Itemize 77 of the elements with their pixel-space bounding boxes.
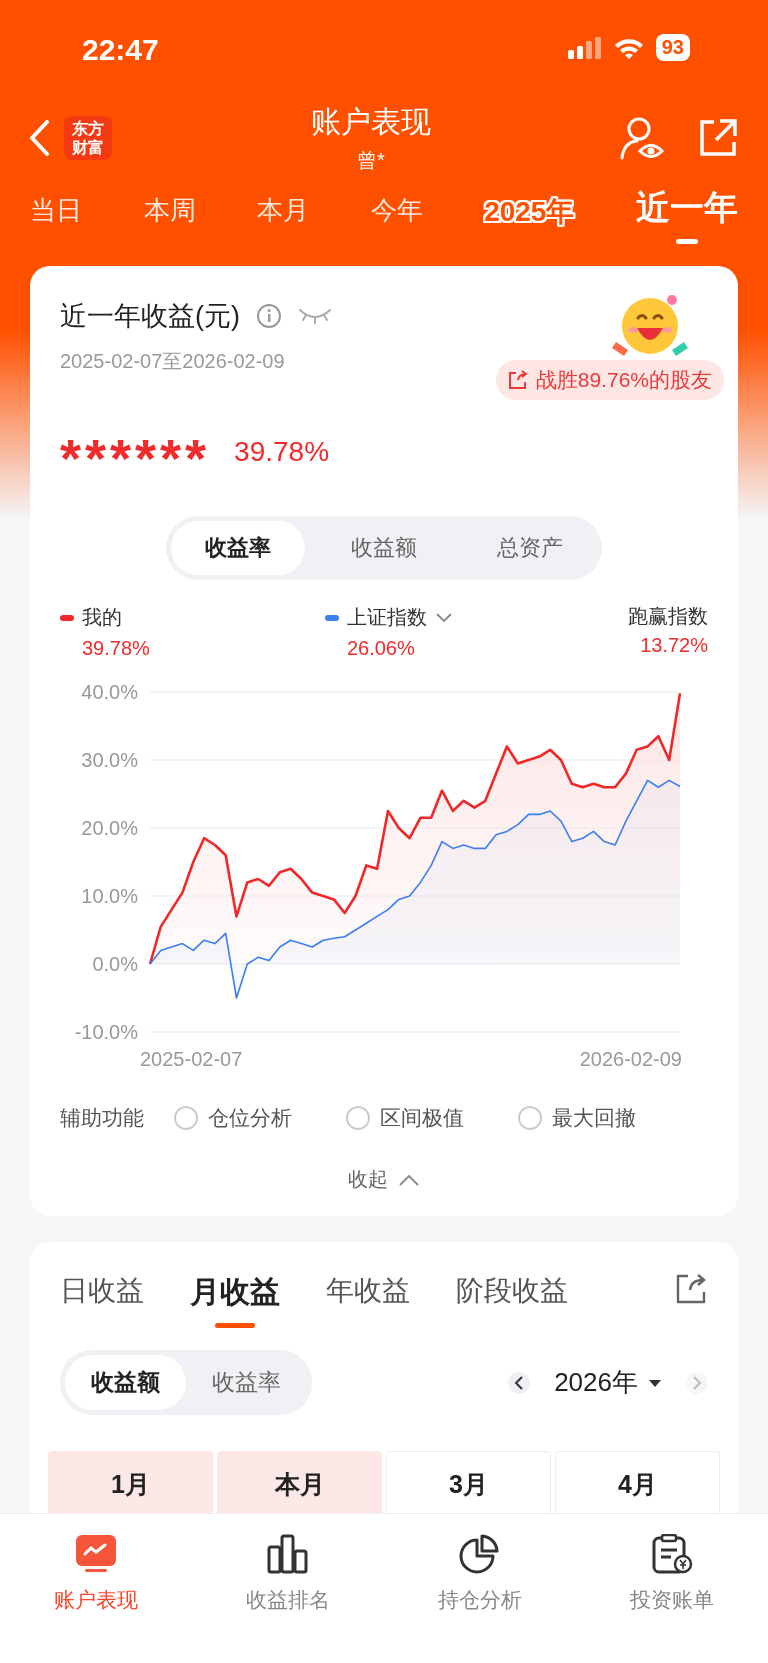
share-icon[interactable] bbox=[698, 118, 738, 158]
month-cell[interactable]: 3月 bbox=[386, 1451, 551, 1513]
hidden-eye-icon[interactable] bbox=[298, 306, 332, 326]
y-axis-label: -10.0% bbox=[74, 1021, 138, 1043]
legend-value: 26.06% bbox=[345, 637, 416, 660]
period-tab[interactable]: 今年 bbox=[370, 181, 423, 228]
share-icon[interactable] bbox=[674, 1272, 708, 1306]
profit-tab[interactable]: 月收益 bbox=[190, 1272, 280, 1313]
bar-chart-icon bbox=[267, 1534, 309, 1574]
assist-label: 辅助功能 bbox=[60, 1105, 144, 1131]
month-cell[interactable]: 1月 bbox=[48, 1451, 213, 1513]
legend-label: 上证指数 bbox=[346, 605, 427, 630]
return-rate: 39.78% bbox=[234, 436, 330, 468]
y-axis-label: 0.0% bbox=[92, 953, 138, 975]
caret-down-icon[interactable] bbox=[648, 1377, 662, 1388]
period-tab[interactable]: 本周 bbox=[143, 181, 196, 228]
radio-button[interactable] bbox=[346, 1106, 370, 1130]
option-label: 最大回撤 bbox=[552, 1105, 636, 1131]
status-time: 22:47 bbox=[82, 32, 159, 67]
info-icon[interactable] bbox=[256, 303, 282, 329]
segment-tab[interactable]: 总资产 bbox=[463, 521, 597, 575]
legend-value: 39.78% bbox=[81, 637, 150, 660]
radio-button[interactable] bbox=[174, 1106, 198, 1130]
x-axis-label: 2025-02-07 bbox=[140, 1048, 243, 1070]
x-axis-label: 2026-02-09 bbox=[579, 1048, 682, 1070]
period-tab[interactable]: 近一年 bbox=[635, 181, 738, 231]
year-picker[interactable]: 2026年 bbox=[554, 1365, 638, 1400]
previous-year-button[interactable] bbox=[508, 1371, 531, 1394]
chevron-left-icon bbox=[514, 1375, 525, 1390]
option-label: 仓位分析 bbox=[208, 1105, 292, 1131]
bill-icon bbox=[651, 1534, 693, 1574]
profit-tab[interactable]: 日收益 bbox=[60, 1272, 144, 1310]
nav-tab[interactable]: 持仓分析 bbox=[405, 1534, 555, 1663]
legend-value: 13.72% bbox=[640, 634, 708, 657]
legend-label: 我的 bbox=[82, 605, 122, 630]
month-cell[interactable]: 4月 bbox=[555, 1451, 720, 1513]
collapse-button[interactable]: 收起 bbox=[348, 1166, 388, 1193]
option-label: 区间极值 bbox=[380, 1105, 464, 1131]
chevron-right-icon bbox=[692, 1375, 702, 1390]
rank-badge[interactable]: 战胜89.76%的股友 bbox=[495, 360, 724, 400]
profit-tab[interactable]: 阶段收益 bbox=[456, 1272, 568, 1310]
month-cell[interactable]: 本月 bbox=[217, 1451, 382, 1513]
radio-button[interactable] bbox=[518, 1106, 542, 1130]
profit-tab[interactable]: 年收益 bbox=[326, 1272, 410, 1310]
y-axis-label: 20.0% bbox=[81, 817, 138, 839]
pie-chart-icon bbox=[459, 1534, 501, 1574]
nav-tab[interactable]: 投资账单 bbox=[597, 1534, 747, 1663]
share-icon bbox=[507, 370, 528, 390]
segment-tab[interactable]: 收益额 bbox=[65, 1355, 186, 1410]
person-eye-icon[interactable] bbox=[620, 116, 664, 160]
wifi-icon bbox=[613, 36, 644, 59]
period-tab[interactable]: 当日 bbox=[30, 181, 82, 228]
tab-indicator bbox=[215, 1323, 255, 1328]
app-logo: 东方财富 bbox=[64, 116, 112, 160]
back-icon[interactable] bbox=[28, 120, 50, 156]
chevron-down-icon[interactable] bbox=[434, 611, 453, 624]
y-axis-label: 10.0% bbox=[81, 885, 138, 907]
y-axis-label: 30.0% bbox=[81, 749, 138, 771]
account-name: 曾* bbox=[357, 148, 385, 173]
segment-tab[interactable]: 收益率 bbox=[171, 521, 305, 575]
chevron-up-icon[interactable] bbox=[398, 1172, 420, 1187]
period-tab[interactable]: 本月 bbox=[257, 181, 310, 228]
nav-tab[interactable]: 收益排名 bbox=[213, 1534, 363, 1663]
segment-tab[interactable]: 收益率 bbox=[186, 1355, 307, 1410]
segment-tab[interactable]: 收益额 bbox=[317, 521, 451, 575]
battery-level: 93 bbox=[655, 34, 690, 61]
signal-icon bbox=[567, 36, 602, 59]
legend-label: 跑赢指数 bbox=[628, 604, 708, 628]
nav-tab[interactable]: 账户表现 bbox=[21, 1534, 171, 1663]
period-tab[interactable]: 2025年 bbox=[484, 181, 575, 231]
page-title: 账户表现 bbox=[311, 104, 431, 140]
date-range: 2025-02-07至2026-02-09 bbox=[60, 349, 286, 374]
masked-amount: ****** bbox=[60, 427, 211, 480]
tab-indicator bbox=[675, 239, 698, 244]
trend-chart-icon bbox=[75, 1534, 117, 1574]
y-axis-label: 40.0% bbox=[81, 681, 138, 703]
card-title: 近一年收益(元) bbox=[60, 300, 240, 333]
